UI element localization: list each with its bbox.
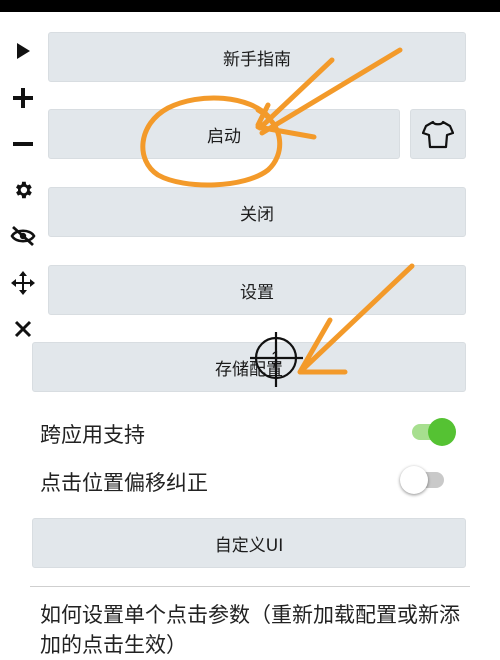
settings-button[interactable]: 设置 (48, 265, 466, 315)
gear-icon[interactable] (8, 175, 38, 205)
start-button[interactable]: 启动 (48, 109, 400, 159)
play-icon[interactable] (8, 36, 38, 66)
settings-button-label: 设置 (240, 282, 274, 303)
start-button-label: 启动 (207, 126, 241, 147)
close-button[interactable]: 关闭 (48, 187, 466, 237)
divider (30, 586, 470, 587)
plus-icon[interactable] (8, 83, 38, 113)
cross-app-toggle[interactable] (408, 417, 458, 447)
custom-skin-button[interactable] (410, 109, 466, 159)
save-config-button-label: 存储配置 (215, 359, 283, 380)
help-text: 如何设置单个点击参数（重新加载配置或新添加的点击生效） (40, 603, 460, 657)
offset-correction-label: 点击位置偏移纠正 (40, 471, 208, 495)
shirt-icon (422, 120, 454, 149)
guide-button-label: 新手指南 (223, 49, 291, 70)
save-config-button[interactable]: 存储配置 (32, 342, 466, 392)
move-icon[interactable] (8, 268, 38, 298)
close-button-label: 关闭 (240, 204, 274, 225)
close-icon[interactable] (8, 314, 38, 344)
offset-correction-toggle[interactable] (398, 465, 448, 495)
status-bar (0, 0, 500, 12)
eye-off-icon[interactable] (8, 221, 38, 251)
cross-app-label: 跨应用支持 (40, 423, 145, 447)
minus-icon[interactable] (8, 129, 38, 159)
custom-ui-button[interactable]: 自定义UI (32, 518, 466, 568)
custom-ui-button-label: 自定义UI (214, 535, 284, 556)
guide-button[interactable]: 新手指南 (48, 32, 466, 82)
